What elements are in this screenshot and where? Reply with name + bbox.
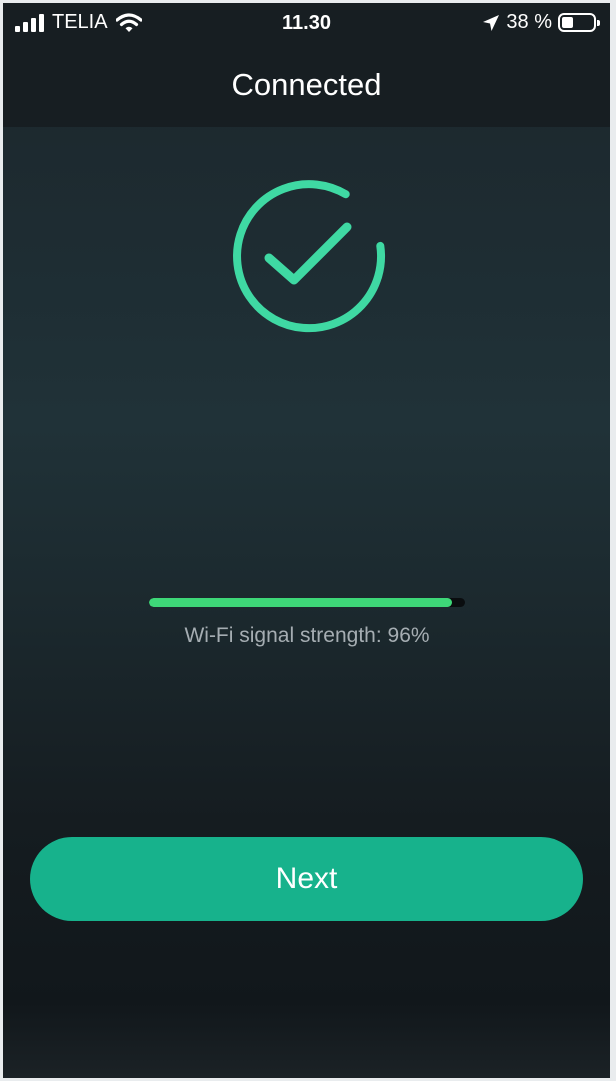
battery-level-fill	[562, 17, 574, 28]
page-title: Connected	[231, 67, 382, 102]
signal-strength-label: Wi-Fi signal strength: 96%	[184, 624, 430, 647]
next-button[interactable]: Next	[30, 837, 583, 921]
top-bar: TELIA 11.30 38 % Connected	[3, 3, 610, 127]
battery-icon	[558, 13, 600, 32]
battery-nub	[597, 20, 600, 26]
check-circle-icon	[233, 180, 385, 333]
signal-strength: Wi-Fi signal strength: 96%	[149, 598, 465, 647]
location-arrow-icon	[483, 14, 500, 31]
status-bar-right: 38 %	[482, 11, 600, 34]
status-bar: TELIA 11.30 38 %	[3, 3, 610, 47]
signal-strength-fill	[149, 598, 453, 607]
battery-percentage: 38 %	[506, 11, 552, 33]
signal-strength-bar	[149, 598, 465, 607]
phone-screen: TELIA 11.30 38 % Connected Wi-Fi signal …	[3, 3, 610, 1078]
